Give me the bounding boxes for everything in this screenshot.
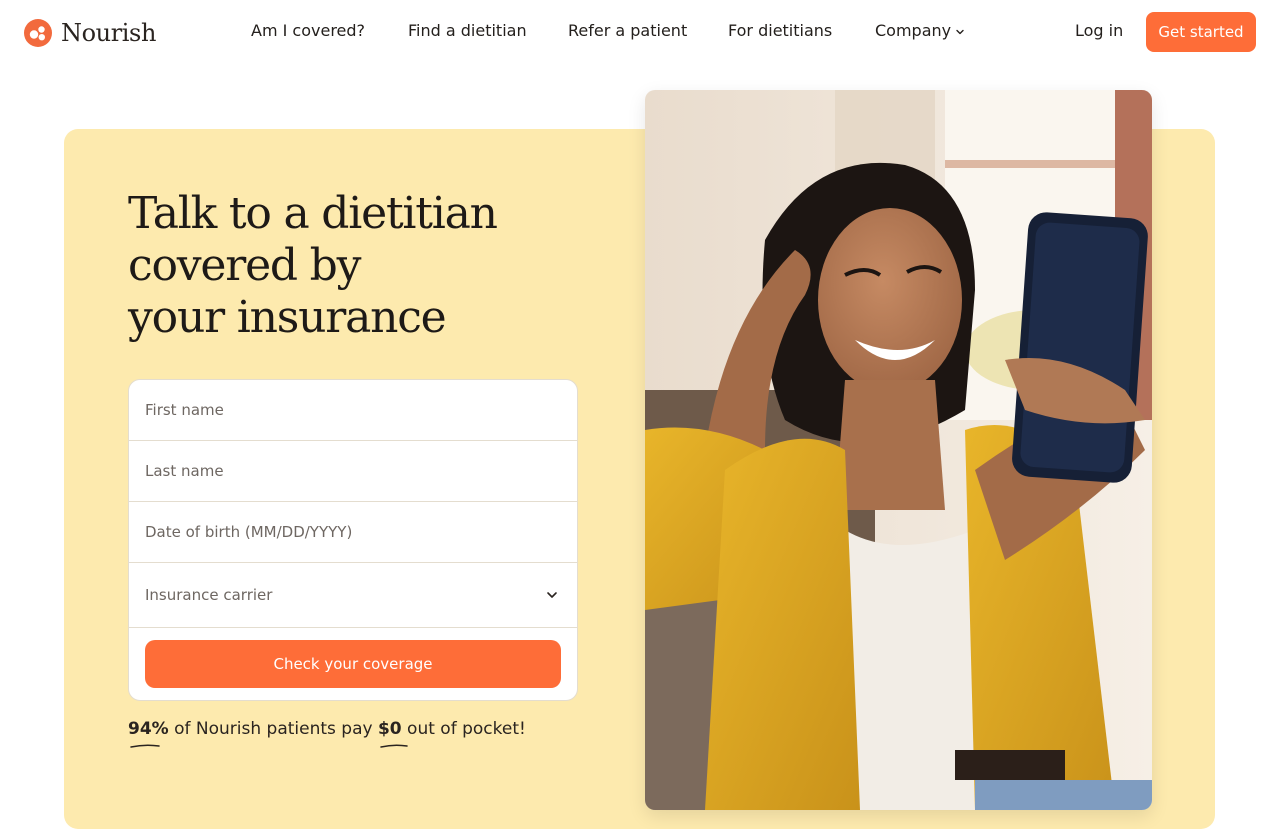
- chevron-down-icon: [547, 592, 557, 598]
- nav-for-dietitians[interactable]: For dietitians: [728, 20, 832, 42]
- nourish-logo-icon: [24, 19, 52, 47]
- headline-line: covered by: [128, 240, 361, 291]
- insurance-carrier-label: Insurance carrier: [145, 586, 273, 604]
- check-coverage-button[interactable]: Check your coverage: [145, 640, 561, 688]
- site-header: Nourish Am I covered? Find a dietitian R…: [0, 0, 1280, 64]
- first-name-row: [129, 380, 577, 441]
- nourish-logo[interactable]: Nourish: [24, 17, 156, 49]
- headline-line: your insurance: [128, 292, 447, 343]
- nav-am-i-covered[interactable]: Am I covered?: [251, 20, 365, 42]
- stat-percent-value: 94%: [128, 719, 169, 739]
- smiling-woman-with-phone-photo: [645, 90, 1152, 810]
- nav-company[interactable]: Company: [875, 20, 965, 42]
- nav-find-a-dietitian[interactable]: Find a dietitian: [408, 20, 527, 42]
- coverage-form: Insurance carrier Check your coverage: [128, 379, 578, 701]
- stat-percent: 94%: [128, 717, 169, 748]
- stat-amount: $0: [377, 717, 408, 748]
- stat-middle-text: of Nourish patients pay: [168, 719, 378, 739]
- logo-wordmark: Nourish: [61, 19, 157, 47]
- insurance-carrier-select[interactable]: Insurance carrier: [129, 563, 577, 628]
- headline-line: Talk to a dietitian: [128, 188, 498, 239]
- last-name-field[interactable]: [129, 441, 577, 501]
- nav-company-label: Company: [875, 21, 952, 40]
- stat-end-text: out of pocket!: [401, 719, 526, 739]
- coverage-stat: 94% of Nourish patients pay $0 out of po…: [128, 717, 588, 748]
- login-link[interactable]: Log in: [1075, 20, 1123, 42]
- date-of-birth-field[interactable]: [129, 502, 577, 562]
- stat-amount-value: $0: [377, 719, 402, 739]
- hero-headline: Talk to a dietitian covered by your insu…: [128, 188, 628, 344]
- underline-squiggle: [380, 744, 408, 748]
- hero-photo-illustration: [645, 90, 1152, 810]
- first-name-field[interactable]: [129, 380, 577, 440]
- get-started-button[interactable]: Get started: [1146, 12, 1256, 52]
- chevron-down-icon: [956, 29, 964, 35]
- underline-squiggle: [130, 744, 160, 748]
- dob-row: [129, 502, 577, 563]
- last-name-row: [129, 441, 577, 502]
- nav-refer-a-patient[interactable]: Refer a patient: [568, 20, 687, 42]
